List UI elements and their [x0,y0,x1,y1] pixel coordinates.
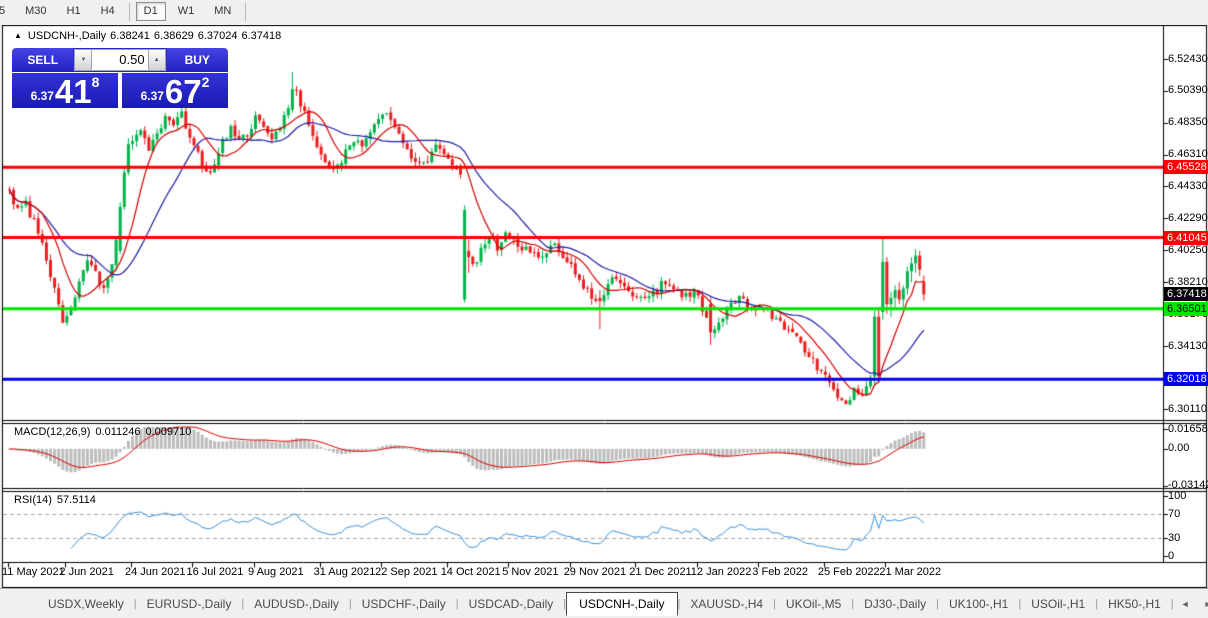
tab-dj30-daily[interactable]: DJ30-,Daily [854,594,936,614]
price-tick-label: 6.44330 [1168,180,1208,193]
macd-tick-label: 0.00 [1168,442,1189,455]
mt4-application: 5M30 H1H4 D1W1MN ▲ USDCNH-,Daily 6.38241 6.38… [0,0,1208,618]
sell-price-digits: 41 [55,78,92,106]
date-tick-label: 24 Jun 2021 [125,566,186,578]
tab-usdcnh-daily[interactable]: USDCNH-,Daily [566,592,677,616]
macd-value-signal: 0.009710 [146,426,192,438]
volume-increase-icon[interactable]: ▲ [148,49,166,71]
ohlc-open: 6.38241 [110,30,150,42]
date-tick-label: 29 Nov 2021 [564,566,626,578]
tab-eurusd-daily[interactable]: EURUSD-,Daily [137,594,242,614]
sell-button[interactable]: SELL [12,48,73,72]
buy-price-pip: 2 [202,74,210,90]
tab-usoil-h1[interactable]: USOil-,H1 [1021,594,1095,614]
rsi-value: 57.5114 [57,494,96,506]
price-tick-label: 6.42290 [1168,212,1208,225]
tab-usdcad-daily[interactable]: USDCAD-,Daily [459,594,564,614]
sell-price-box[interactable]: 6.37 41 8 [12,73,118,108]
date-tick-label: 16 Jul 2021 [187,566,244,578]
hline-price-label: 6.41045 [1164,231,1208,245]
timeframe-h1[interactable]: H1 [59,2,89,21]
tab-scroll-left-icon[interactable]: ◄ [1174,599,1197,609]
date-tick-label: 5 Nov 2021 [502,566,558,578]
buy-price-box[interactable]: 6.37 67 2 [122,73,228,108]
rsi-tick-label: 100 [1168,490,1186,503]
timeframe-w1[interactable]: W1 [170,2,203,21]
chart-symbol-period: USDCNH-,Daily [28,30,106,42]
tab-audusd-daily[interactable]: AUDUSD-,Daily [244,594,349,614]
date-tick-label: 11 May 2021 [2,566,65,578]
buy-price-digits: 67 [165,78,202,106]
price-tick-label: 6.34130 [1168,340,1208,353]
tab-usdchf-daily[interactable]: USDCHF-,Daily [352,594,456,614]
date-tick-label: 12 Jan 2022 [691,566,752,578]
timeframe-5[interactable]: 5 [0,2,13,21]
macd-name: MACD(12,26,9) [14,426,90,438]
date-tick-label: 14 Oct 2021 [441,566,501,578]
price-tick-label: 6.40250 [1168,244,1208,257]
hline-price-label: 6.32018 [1164,372,1208,386]
one-click-trading-panel: SELL ▼ 0.50 ▲ BUY 6.37 41 8 6.37 67 2 [12,48,228,108]
rsi-tick-label: 30 [1168,532,1180,545]
toolbar-separator [129,3,130,21]
price-tick-label: 6.48350 [1168,116,1208,129]
date-tick-label: 2 Jun 2021 [59,566,113,578]
macd-value-main: 0.011246 [95,426,140,438]
timeframe-d1[interactable]: D1 [136,2,166,21]
price-tick-label: 6.50390 [1168,84,1208,97]
tab-scroll-right-icon[interactable]: ► [1197,599,1208,609]
hline-price-label: 6.45528 [1164,160,1208,174]
rsi-tick-label: 0 [1168,550,1174,563]
tab-xauusd-h4[interactable]: XAUUSD-,H4 [680,594,773,614]
date-tick-label: 21 Mar 2022 [879,566,941,578]
chart-tabs: USDX,Weekly|EURUSD-,Daily|AUDUSD-,Daily|… [38,592,1171,616]
ohlc-low: 6.37024 [198,30,238,42]
volume-input[interactable]: 0.50 [92,49,147,71]
tab-usdx-weekly[interactable]: USDX,Weekly [38,594,134,614]
macd-tick-label: 0.016586 [1168,423,1208,436]
buy-price-prefix: 6.37 [141,89,164,103]
current-price-label: 6.37418 [1164,287,1208,301]
tab-scroll-controls: | ◄ ► [1171,598,1208,610]
buy-button[interactable]: BUY [167,48,228,72]
volume-spinner: ▼ 0.50 ▲ [73,48,166,72]
rsi-pane-label: RSI(14) 57.5114 [14,494,101,506]
date-tick-label: 3 Feb 2022 [752,566,808,578]
toolbar-separator [245,3,246,21]
date-tick-label: 21 Dec 2021 [629,566,691,578]
price-tick-label: 6.30110 [1168,403,1207,416]
date-tick-label: 22 Sep 2021 [375,566,437,578]
rsi-tick-label: 70 [1168,508,1180,521]
chart-title: ▲ USDCNH-,Daily 6.38241 6.38629 6.370246.374… [14,30,285,42]
timeframe-toolbar: 5M30 H1H4 D1W1MN [0,0,1208,23]
chart-window: ▲USDCNH-,Daily6.382416.386296.370246.374… [0,25,1208,588]
tab-hk50-h1[interactable]: HK50-,H1 [1098,594,1171,614]
collapse-panel-icon[interactable]: ▲ [14,31,22,40]
sell-price-prefix: 6.37 [31,89,54,103]
timeframe-mn[interactable]: MN [206,2,239,21]
tab-ukoil-m5[interactable]: UKOil-,M5 [776,594,851,614]
hline-price-label: 6.36501 [1164,302,1208,316]
ohlc-high: 6.38629 [154,30,194,42]
sell-price-pip: 8 [92,74,100,90]
price-tick-label: 6.52430 [1168,53,1208,66]
date-tick-label: 9 Aug 2021 [248,566,304,578]
chart-tab-bar: USDX,Weekly|EURUSD-,Daily|AUDUSD-,Daily|… [0,588,1208,618]
date-tick-label: 31 Aug 2021 [314,566,376,578]
volume-decrease-icon[interactable]: ▼ [74,49,92,71]
timeframe-m30[interactable]: M30 [17,2,54,21]
rsi-name: RSI(14) [14,494,52,506]
ohlc-close: 6.37418 [241,30,281,42]
tab-uk100-h1[interactable]: UK100-,H1 [939,594,1018,614]
date-tick-label: 25 Feb 2022 [818,566,880,578]
timeframe-h4[interactable]: H4 [93,2,123,21]
macd-pane-label: MACD(12,26,9) 0.011246 0.009710 [14,426,196,438]
